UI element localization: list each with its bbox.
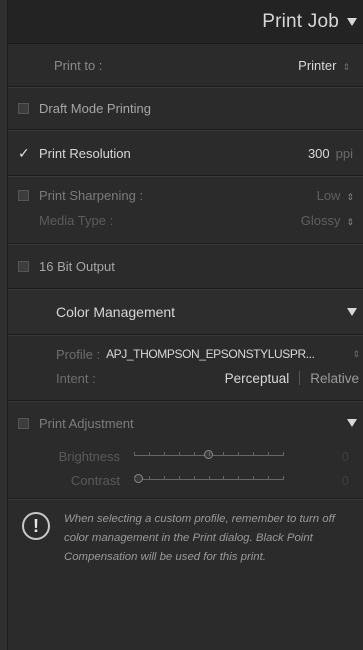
intent-option-relative[interactable]: Relative	[310, 371, 359, 386]
notice-text: When selecting a custom profile, remembe…	[64, 513, 335, 563]
slider-tick	[223, 476, 224, 480]
print-resolution-row: ✓ Print Resolution 300 ppi	[8, 131, 363, 175]
print-adjustment-header: Print Adjustment	[8, 402, 363, 444]
collapse-triangle-icon[interactable]	[347, 308, 357, 316]
contrast-slider[interactable]	[134, 473, 284, 487]
slider-tick	[134, 452, 135, 456]
bit16-checkbox[interactable]	[18, 261, 29, 272]
slider-tick	[209, 476, 210, 480]
print-to-row: Print to : Printer ⇕	[8, 44, 363, 86]
slider-tick	[164, 476, 165, 480]
slider-tick	[149, 476, 150, 480]
print-to-select[interactable]: Printer ⇕	[298, 58, 353, 73]
updown-arrows-icon: ⇕	[352, 348, 359, 359]
slider-tick	[223, 452, 224, 456]
contrast-label: Contrast	[70, 472, 120, 488]
bit16-row: 16 Bit Output	[8, 245, 363, 288]
slider-tick	[238, 452, 239, 456]
collapse-triangle-icon[interactable]	[347, 419, 357, 427]
print-resolution-checkbox[interactable]: ✓	[18, 146, 30, 160]
print-resolution-label: Print Resolution	[39, 145, 131, 161]
print-sharpening-select[interactable]: Low ⇕	[316, 187, 354, 203]
media-type-row: Media Type : Glossy ⇕	[8, 207, 363, 233]
brightness-label: Brightness	[58, 448, 120, 464]
brightness-value: 0	[341, 448, 349, 464]
brightness-row: Brightness 0	[8, 444, 363, 468]
slider-tick	[253, 476, 254, 480]
draft-mode-label: Draft Mode Printing	[39, 101, 151, 116]
slider-thumb[interactable]	[134, 474, 143, 483]
exclamation-icon: !	[22, 512, 50, 540]
intent-option-perceptual[interactable]: Perceptual	[225, 371, 290, 386]
slider-tick	[209, 452, 210, 456]
brightness-slider[interactable]	[134, 449, 284, 463]
slider-tick	[238, 476, 239, 480]
bit16-label: 16 Bit Output	[39, 259, 115, 274]
slider-tick	[283, 476, 284, 480]
slider-tick	[179, 452, 180, 456]
slider-tick	[179, 476, 180, 480]
print-sharpening-row: Print Sharpening : Low ⇕	[8, 177, 363, 207]
profile-value[interactable]: APJ_THOMPSON_EPSONSTYLUSPR...	[106, 347, 346, 361]
print-adjustment-checkbox[interactable]	[18, 417, 29, 429]
slider-tick	[134, 476, 135, 480]
print-sharpening-checkbox[interactable]	[18, 189, 29, 201]
slider-tick	[194, 476, 195, 480]
media-type-select[interactable]: Glossy ⇕	[300, 212, 354, 228]
slider-tick	[283, 452, 284, 456]
collapse-triangle-icon[interactable]	[347, 17, 357, 26]
panel-title: Print Job	[262, 10, 339, 32]
draft-mode-checkbox[interactable]	[18, 103, 29, 114]
print-sharpening-value: Low	[316, 187, 341, 203]
updown-arrows-icon: ⇕	[346, 191, 353, 202]
slider-tick	[268, 452, 269, 456]
print-resolution-unit: ppi	[335, 145, 353, 161]
intent-row: Intent : Perceptual Relative	[8, 364, 363, 392]
panel-header[interactable]: Print Job	[8, 0, 363, 44]
contrast-row: Contrast 0	[8, 468, 363, 492]
print-to-label: Print to :	[54, 57, 103, 73]
profile-notice: ! When selecting a custom profile, remem…	[8, 500, 363, 567]
print-job-panel: Print Job Print to : Printer ⇕ Draft Mode…	[7, 0, 363, 650]
print-adjustment-title: Print Adjustment	[39, 415, 134, 431]
print-resolution-value[interactable]: 300	[308, 146, 330, 161]
print-to-value: Printer	[298, 57, 337, 73]
media-type-label: Media Type :	[39, 212, 114, 228]
media-type-value: Glossy	[300, 212, 341, 228]
slider-tick	[194, 452, 195, 456]
profile-label: Profile :	[56, 346, 101, 362]
segment-divider	[299, 371, 301, 385]
slider-tick	[164, 452, 165, 456]
slider-tick	[149, 452, 150, 456]
profile-row: Profile : APJ_THOMPSON_EPSONSTYLUSPR... …	[8, 336, 363, 364]
slider-tick	[268, 476, 269, 480]
draft-mode-row: Draft Mode Printing	[8, 88, 363, 129]
contrast-value: 0	[341, 472, 349, 488]
color-management-header[interactable]: Color Management	[8, 290, 363, 334]
updown-arrows-icon: ⇕	[346, 216, 353, 227]
print-sharpening-label: Print Sharpening :	[39, 187, 144, 203]
slider-tick	[253, 452, 254, 456]
updown-arrows-icon: ⇕	[342, 61, 349, 72]
intent-label: Intent :	[56, 370, 96, 386]
color-management-title: Color Management	[56, 304, 176, 320]
